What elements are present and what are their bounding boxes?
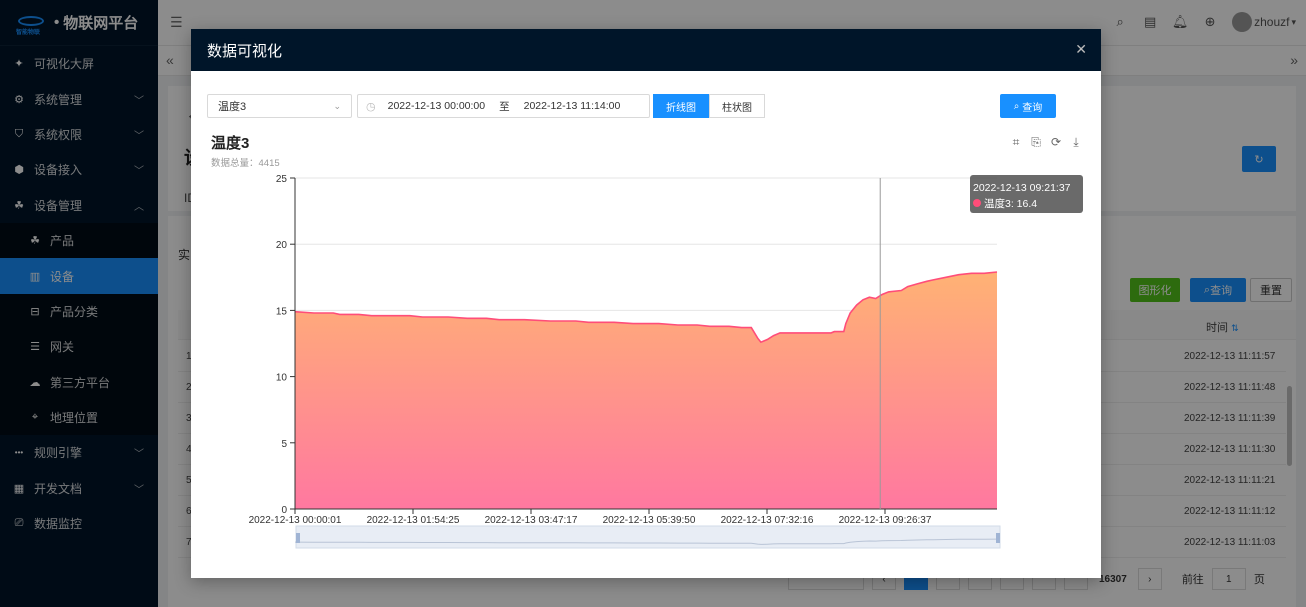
datazoom-handle-right[interactable]: [996, 533, 1000, 543]
x-tick-label: 2022-12-13 07:32:16: [721, 515, 814, 526]
datazoom-handle-left[interactable]: [296, 533, 300, 543]
x-tick-label: 2022-12-13 03:47:17: [485, 515, 578, 526]
data-visualization-modal: 数据可视化 ✕ 温度3 ⌄ ◷ 2022-12-13 00:00:00 至 20…: [191, 29, 1101, 578]
y-tick-label: 25: [276, 174, 288, 185]
chart-tooltip: 2022-12-13 09:21:37 温度3: 16.4: [970, 175, 1083, 213]
tooltip-value: 温度3: 16.4: [984, 198, 1038, 210]
y-tick-label: 20: [276, 240, 288, 251]
x-tick-label: 2022-12-13 09:26:37: [839, 515, 932, 526]
tooltip-time: 2022-12-13 09:21:37: [973, 182, 1071, 194]
y-tick-label: 5: [281, 439, 287, 450]
x-tick-label: 2022-12-13 00:00:01: [249, 515, 342, 526]
x-tick-label: 2022-12-13 05:39:50: [603, 515, 696, 526]
y-tick-label: 15: [276, 306, 288, 317]
area-fill: [295, 272, 997, 509]
datazoom-slider: [295, 525, 1001, 549]
series-dot: [973, 199, 981, 207]
y-tick-label: 10: [276, 373, 288, 384]
x-tick-label: 2022-12-13 01:54:25: [367, 515, 460, 526]
area-chart[interactable]: 05101520252022-12-13 00:00:01 2022-12-13 …: [191, 29, 1101, 578]
